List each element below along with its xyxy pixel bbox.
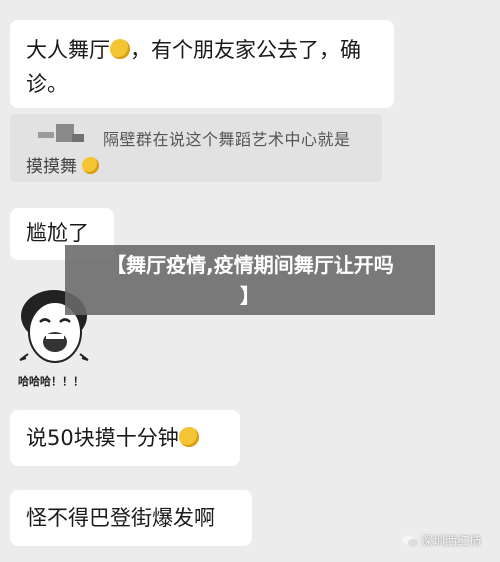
banner-title-end: 】 [240,284,260,308]
message-bubble: 大人舞厅 ，有个朋友家公去了，确诊。 [10,20,394,108]
meme-caption: 哈哈哈！！！ [18,375,84,388]
face-with-tears-of-joy-icon [110,39,130,59]
message-text: 说50块摸十分钟 [26,426,179,450]
message-bubble: 怪不得巴登街爆发啊 [10,490,252,546]
title-banner: 【舞厅疫情,疫情期间舞厅让开吗 】 [65,245,435,315]
watermark: 深圳西红柿 [402,532,481,549]
face-with-tears-of-joy-icon [178,427,199,447]
message-text: 大人舞厅 [26,38,110,62]
message-bubble: 说50块摸十分钟 [10,410,240,466]
message-text: 怪不得巴登街爆发啊 [26,506,215,530]
blurred-avatar [72,134,84,142]
face-with-tears-of-joy-icon [82,156,100,174]
quote-text-line2: 摸摸舞 [26,152,100,177]
blurred-avatar [38,132,54,138]
quoted-message: 隔壁群在说这个舞蹈艺术中心就是 摸摸舞 [10,114,382,182]
message-text: 尴尬了 [26,221,89,245]
watermark-text: 深圳西红柿 [421,534,482,548]
quote-text: 隔壁群在说这个舞蹈艺术中心就是 [103,130,351,149]
wechat-icon [402,535,418,547]
banner-title: 【舞厅疫情,疫情期间舞厅让开吗 [106,253,394,277]
